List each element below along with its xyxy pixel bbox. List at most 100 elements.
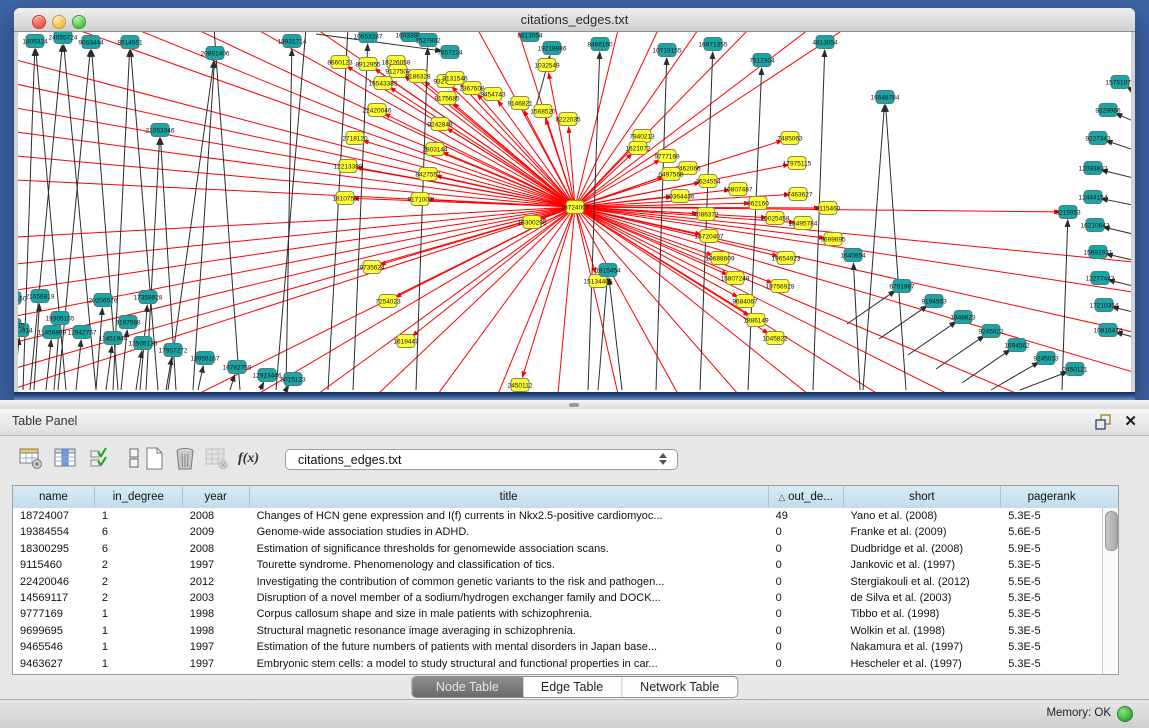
panel-divider[interactable] [0,400,1149,409]
table-cell[interactable]: 1 [95,508,183,524]
table-row[interactable]: 977716911998Corpus callosum shape and si… [13,606,1102,622]
tab-edge-table[interactable]: Edge Table [523,677,622,697]
close-panel-icon[interactable]: ✕ [1124,412,1137,430]
table-cell[interactable]: 0 [769,656,844,672]
table-selector-dropdown[interactable]: citations_edges.txt [285,449,678,470]
table-cell[interactable]: Estimation of significance thresholds fo… [250,541,769,557]
table-cell[interactable]: 9465546 [13,639,95,655]
table-cell[interactable]: 5.3E-5 [1001,590,1102,606]
table-cell[interactable]: 6 [95,541,183,557]
table-cell[interactable]: 0 [769,623,844,639]
table-cell[interactable]: 1997 [183,557,250,573]
import-checklist-icon[interactable] [88,446,114,472]
table-row[interactable]: 1872400712008Changes of HCN gene express… [13,508,1102,524]
table-vertical-scrollbar[interactable] [1102,508,1118,674]
column-header-name[interactable]: name [13,486,95,508]
table-cell[interactable]: 0 [769,541,844,557]
table-cell[interactable]: Stergiakouli et al. (2012) [843,574,1001,590]
table-cell[interactable]: 9699695 [13,623,95,639]
table-row[interactable]: 1938455462009Genome-wide association stu… [13,524,1102,540]
table-cell[interactable]: 5.3E-5 [1001,508,1102,524]
table-cell[interactable]: Genome-wide association studies in ADHD. [250,524,769,540]
table-cell[interactable]: Tourette syndrome. Phenomenology and cla… [250,557,769,573]
table-cell[interactable]: 18300295 [13,541,95,557]
table-row[interactable]: 969969511998Structural magnetic resonanc… [13,623,1102,639]
table-cell[interactable]: 0 [769,590,844,606]
table-cell[interactable]: 5.3E-5 [1001,623,1102,639]
table-settings-icon[interactable] [18,446,44,472]
tab-network-table[interactable]: Network Table [622,677,737,697]
table-cell[interactable]: 19384554 [13,524,95,540]
scrollbar-thumb[interactable] [1105,511,1118,551]
float-panel-icon[interactable] [1095,414,1111,430]
function-builder-icon[interactable]: f(x) [238,446,264,472]
table-cell[interactable]: 1 [95,656,183,672]
delete-column-icon[interactable] [204,446,230,472]
table-cell[interactable]: 0 [769,574,844,590]
table-cell[interactable]: 2 [95,590,183,606]
new-table-icon[interactable] [142,446,168,472]
select-columns-icon[interactable] [53,446,79,472]
table-cell[interactable]: Corpus callosum shape and size in male p… [250,606,769,622]
table-cell[interactable]: 6 [95,524,183,540]
table-cell[interactable]: 1 [95,623,183,639]
table-cell[interactable]: de Silva et al. (2003) [843,590,1001,606]
table-cell[interactable]: 1998 [183,623,250,639]
table-cell[interactable]: Embryonic stem cells: a model to study s… [250,656,769,672]
table-cell[interactable]: 5.9E-5 [1001,541,1102,557]
table-cell[interactable]: 5.5E-5 [1001,574,1102,590]
table-cell[interactable]: 5.6E-5 [1001,524,1102,540]
table-cell[interactable]: 9463627 [13,656,95,672]
table-cell[interactable]: Changes of HCN gene expression and I(f) … [250,508,769,524]
table-cell[interactable]: Disruption of a novel member of a sodium… [250,590,769,606]
table-row[interactable]: 2242004622012Investigating the contribut… [13,574,1102,590]
table-cell[interactable]: 2 [95,557,183,573]
table-cell[interactable]: 2009 [183,524,250,540]
table-cell[interactable]: 1 [95,639,183,655]
table-row[interactable]: 946554611997Estimation of the future num… [13,639,1102,655]
table-cell[interactable]: 0 [769,639,844,655]
table-cell[interactable]: 2012 [183,574,250,590]
table-row[interactable]: 946362711997Embryonic stem cells: a mode… [13,656,1102,672]
table-cell[interactable]: 1997 [183,639,250,655]
table-cell[interactable]: 14569117 [13,590,95,606]
column-header-title[interactable]: title [250,486,769,508]
table-cell[interactable]: 5.3E-5 [1001,606,1102,622]
table-cell[interactable]: 1 [95,606,183,622]
network-canvas[interactable]: 1872400718300295866012389129551822605891… [18,32,1131,392]
table-cell[interactable]: 18724007 [13,508,95,524]
table-cell[interactable]: Estimation of the future numbers of pati… [250,639,769,655]
column-header-out-degree[interactable]: △out_de... [769,486,844,508]
column-header-year[interactable]: year [183,486,250,508]
table-cell[interactable]: Wolkin et al. (1998) [843,623,1001,639]
table-cell[interactable]: Yano et al. (2008) [843,508,1001,524]
table-cell[interactable]: Tibbo et al. (1998) [843,606,1001,622]
table-cell[interactable]: 2 [95,574,183,590]
window-titlebar[interactable]: citations_edges.txt [14,8,1135,32]
table-cell[interactable]: 0 [769,524,844,540]
tab-node-table[interactable]: Node Table [412,677,523,697]
table-cell[interactable]: 5.3E-5 [1001,639,1102,655]
table-cell[interactable]: 22420046 [13,574,95,590]
table-cell[interactable]: 2008 [183,541,250,557]
column-header-pagerank[interactable]: pagerank [1001,486,1102,508]
table-cell[interactable]: 2008 [183,508,250,524]
table-cell[interactable]: 1998 [183,606,250,622]
table-cell[interactable]: Dudbridge et al. (2008) [843,541,1001,557]
table-cell[interactable]: 5.3E-5 [1001,557,1102,573]
column-header-in-degree[interactable]: in_degree [95,486,183,508]
table-cell[interactable]: Nakamura et al. (1997) [843,639,1001,655]
table-cell[interactable]: Jankovic et al. (1997) [843,557,1001,573]
table-cell[interactable]: 1997 [183,656,250,672]
table-cell[interactable]: 0 [769,606,844,622]
table-cell[interactable]: Investigating the contribution of common… [250,574,769,590]
table-cell[interactable]: Franke et al. (2009) [843,524,1001,540]
delete-table-icon[interactable] [173,446,199,472]
table-cell[interactable]: 0 [769,557,844,573]
table-cell[interactable]: 9115460 [13,557,95,573]
table-row[interactable]: 1830029562008Estimation of significance … [13,541,1102,557]
column-header-short[interactable]: short [844,486,1002,508]
table-cell[interactable]: Hescheler et al. (1997) [843,656,1001,672]
table-row[interactable]: 911546021997Tourette syndrome. Phenomeno… [13,557,1102,573]
table-cell[interactable]: 9777169 [13,606,95,622]
